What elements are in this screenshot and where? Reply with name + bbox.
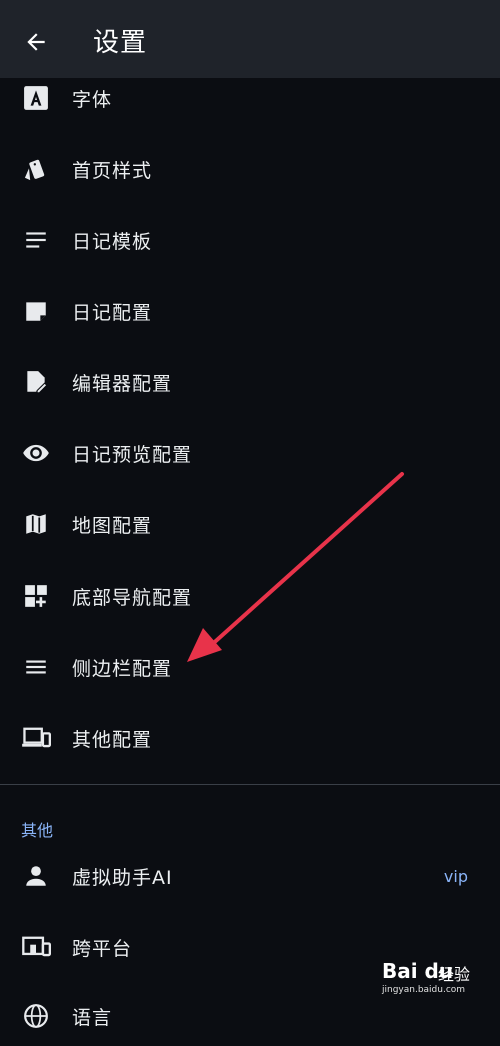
- setting-item-label: 日记预览配置: [72, 443, 193, 466]
- edit-document-icon: [20, 366, 52, 398]
- setting-item-label: 编辑器配置: [72, 372, 173, 395]
- setting-item-virtual-assistant[interactable]: 虚拟助手AI vip: [0, 846, 500, 906]
- setting-item-label: 日记配置: [72, 301, 153, 324]
- map-icon: [20, 508, 52, 540]
- page-title: 设置: [93, 28, 148, 58]
- setting-item-label: 语言: [72, 1006, 113, 1029]
- note-folded-icon: [20, 295, 52, 327]
- person-icon: [20, 860, 52, 892]
- setting-item-diary-template[interactable]: 日记模板: [0, 210, 500, 270]
- setting-item-label: 底部导航配置: [72, 586, 193, 609]
- style-cards-icon: [20, 153, 52, 185]
- setting-item-label: 跨平台: [72, 937, 133, 960]
- devices-other-icon: [20, 931, 52, 963]
- font-a-icon: [20, 82, 52, 114]
- setting-item-label: 虚拟助手AI: [72, 866, 173, 889]
- setting-item-bottom-nav-config[interactable]: 底部导航配置: [0, 566, 500, 626]
- back-button[interactable]: [18, 24, 54, 60]
- grid-add-icon: [20, 580, 52, 612]
- setting-item-font[interactable]: 字体: [0, 68, 500, 128]
- eye-icon: [20, 437, 52, 469]
- globe-icon: [20, 1000, 52, 1032]
- setting-item-sidebar-config[interactable]: 侧边栏配置: [0, 637, 500, 697]
- watermark-url: jingyan.baidu.com: [382, 985, 466, 995]
- section-header-other: 其他: [21, 821, 54, 840]
- setting-item-label: 日记模板: [72, 230, 153, 253]
- setting-item-label: 其他配置: [72, 728, 153, 751]
- setting-item-diary-config[interactable]: 日记配置: [0, 281, 500, 341]
- watermark-brand: 经验: [438, 965, 471, 984]
- devices-icon: [20, 722, 52, 754]
- setting-item-label: 地图配置: [72, 514, 153, 537]
- menu-icon: [20, 651, 52, 683]
- app-bar: 设置: [0, 0, 500, 78]
- setting-item-editor-config[interactable]: 编辑器配置: [0, 352, 500, 412]
- setting-item-label: 字体: [72, 88, 113, 111]
- setting-item-label: 首页样式: [72, 159, 153, 182]
- setting-item-other-config[interactable]: 其他配置: [0, 708, 500, 768]
- setting-item-home-style[interactable]: 首页样式: [0, 139, 500, 199]
- section-divider: [0, 784, 500, 785]
- baidu-jingyan-watermark: Bai du 经验 jingyan.baidu.com: [382, 959, 474, 997]
- vip-badge: vip: [443, 866, 468, 886]
- arrow-left-icon: [27, 33, 45, 51]
- setting-item-diary-preview-config[interactable]: 日记预览配置: [0, 423, 500, 483]
- setting-item-map-config[interactable]: 地图配置: [0, 494, 500, 554]
- setting-item-label: 侧边栏配置: [72, 657, 173, 680]
- notes-lines-icon: [20, 224, 52, 256]
